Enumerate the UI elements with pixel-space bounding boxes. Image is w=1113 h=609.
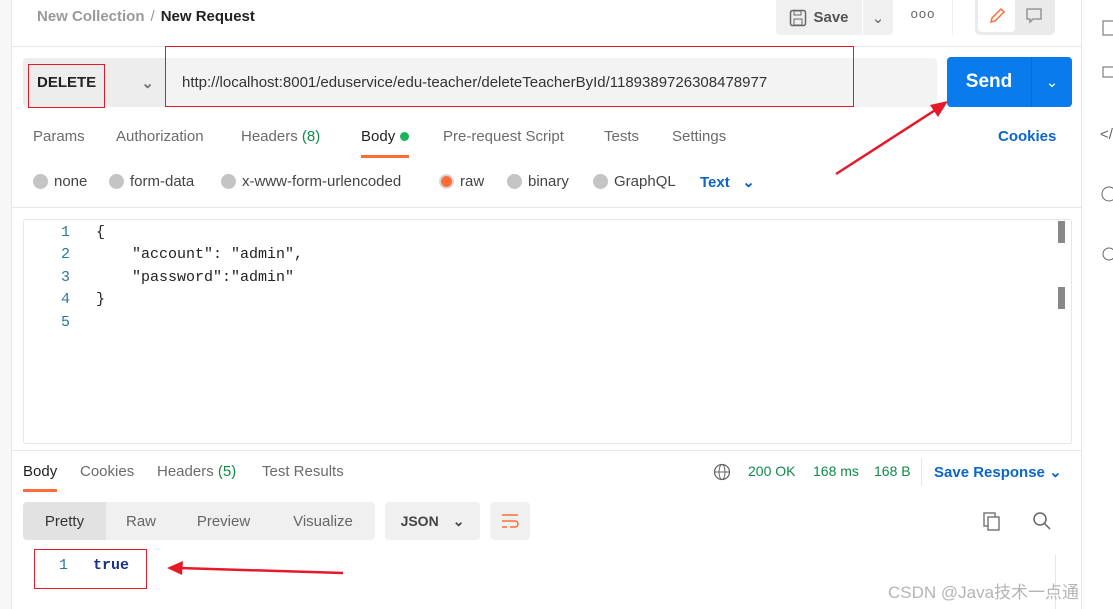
edit-mode-button[interactable] — [978, 0, 1015, 32]
chevron-down-icon: ⌄ — [1045, 74, 1059, 91]
comments-icon[interactable] — [1102, 66, 1113, 82]
status-code[interactable]: 200 OK — [748, 463, 795, 479]
comment-icon — [1025, 8, 1042, 24]
response-time[interactable]: 168 ms — [813, 463, 859, 479]
wrap-lines-button[interactable] — [490, 502, 530, 540]
search-icon[interactable] — [1032, 511, 1052, 531]
code-line: } — [96, 291, 106, 308]
annotation-arrow — [835, 101, 948, 176]
divider — [921, 458, 922, 486]
wrap-icon — [502, 514, 519, 528]
chevron-down-icon: ⌄ — [1049, 464, 1062, 481]
annotation-box — [28, 64, 105, 108]
scrollbar[interactable] — [1058, 287, 1065, 309]
save-button[interactable]: Save — [776, 0, 862, 35]
radio-graphql[interactable]: GraphQL — [593, 173, 676, 190]
mode-toggle — [975, 0, 1055, 35]
code-line: "password":"admin" — [96, 269, 295, 286]
save-response-button[interactable]: Save Response ⌄ — [934, 463, 1062, 481]
radio-none[interactable]: none — [33, 173, 87, 190]
send-dropdown-button[interactable]: ⌄ — [1031, 57, 1072, 107]
docs-icon[interactable] — [1102, 20, 1113, 36]
radio-binary[interactable]: binary — [507, 173, 569, 190]
raw-format-select[interactable]: Text ⌄ — [700, 173, 755, 191]
radio-x-www-form-urlencoded[interactable]: x-www-form-urlencoded — [221, 173, 401, 190]
left-sidebar — [0, 0, 12, 609]
info-icon[interactable] — [1100, 185, 1113, 203]
save-icon — [790, 9, 807, 26]
response-tab-cookies[interactable]: Cookies — [80, 463, 134, 480]
divider — [12, 207, 1081, 208]
code-icon[interactable]: </ — [1100, 126, 1113, 143]
code-line: { — [96, 224, 106, 241]
breadcrumb-collection[interactable]: New Collection — [37, 8, 145, 25]
view-visualize[interactable]: Visualize — [271, 502, 375, 540]
code-line: "account": "admin", — [96, 246, 304, 263]
breadcrumb-request[interactable]: New Request — [161, 8, 255, 25]
chevron-down-icon: ⌄ — [452, 512, 465, 529]
tab-params[interactable]: Params — [33, 128, 85, 145]
pencil-icon — [989, 7, 1005, 24]
tab-authorization[interactable]: Authorization — [116, 128, 204, 145]
cookies-link[interactable]: Cookies — [998, 128, 1056, 145]
status-dot — [400, 132, 410, 141]
response-view-tabs: Pretty Raw Preview Visualize — [23, 502, 375, 540]
chevron-down-icon: ⌄ — [871, 9, 885, 27]
view-pretty[interactable]: Pretty — [23, 502, 106, 540]
tab-pre-request-script[interactable]: Pre-request Script — [443, 128, 564, 145]
divider — [952, 0, 954, 35]
body-editor[interactable]: 1 2 3 4 5 { "account": "admin", "passwor… — [23, 219, 1072, 444]
annotation-box — [34, 549, 147, 589]
tab-body[interactable]: Body — [361, 128, 410, 158]
view-preview[interactable]: Preview — [176, 502, 271, 540]
divider — [12, 450, 1081, 451]
more-options-button[interactable]: ooo — [905, 6, 941, 21]
right-sidebar: </ — [1081, 0, 1113, 609]
tab-settings[interactable]: Settings — [672, 128, 726, 145]
radio-raw[interactable]: raw — [439, 173, 484, 190]
globe-icon[interactable] — [713, 463, 731, 481]
annotation-box — [165, 46, 854, 107]
lightbulb-icon[interactable] — [1100, 246, 1113, 264]
response-tab-body[interactable]: Body — [23, 463, 58, 492]
watermark: CSDN @Java技术一点通 — [888, 583, 1080, 602]
annotation-arrow — [167, 561, 344, 575]
radio-form-data[interactable]: form-data — [109, 173, 194, 190]
chevron-down-icon: ⌄ — [742, 174, 755, 191]
view-raw[interactable]: Raw — [106, 502, 176, 540]
chevron-down-icon: ⌄ — [141, 74, 154, 92]
response-size[interactable]: 168 B — [874, 463, 911, 479]
response-tab-headers[interactable]: Headers (5) — [157, 463, 236, 480]
response-format-select[interactable]: JSON ⌄ — [385, 502, 480, 540]
response-tab-test-results[interactable]: Test Results — [262, 463, 344, 480]
copy-icon[interactable] — [982, 511, 1002, 531]
tab-tests[interactable]: Tests — [604, 128, 639, 145]
scrollbar[interactable] — [1058, 221, 1065, 243]
save-dropdown-button[interactable]: ⌄ — [863, 0, 893, 35]
comment-mode-button[interactable] — [1015, 0, 1052, 32]
tab-headers[interactable]: Headers (8) — [241, 128, 320, 145]
breadcrumb: New Collection / New Request — [37, 8, 255, 25]
